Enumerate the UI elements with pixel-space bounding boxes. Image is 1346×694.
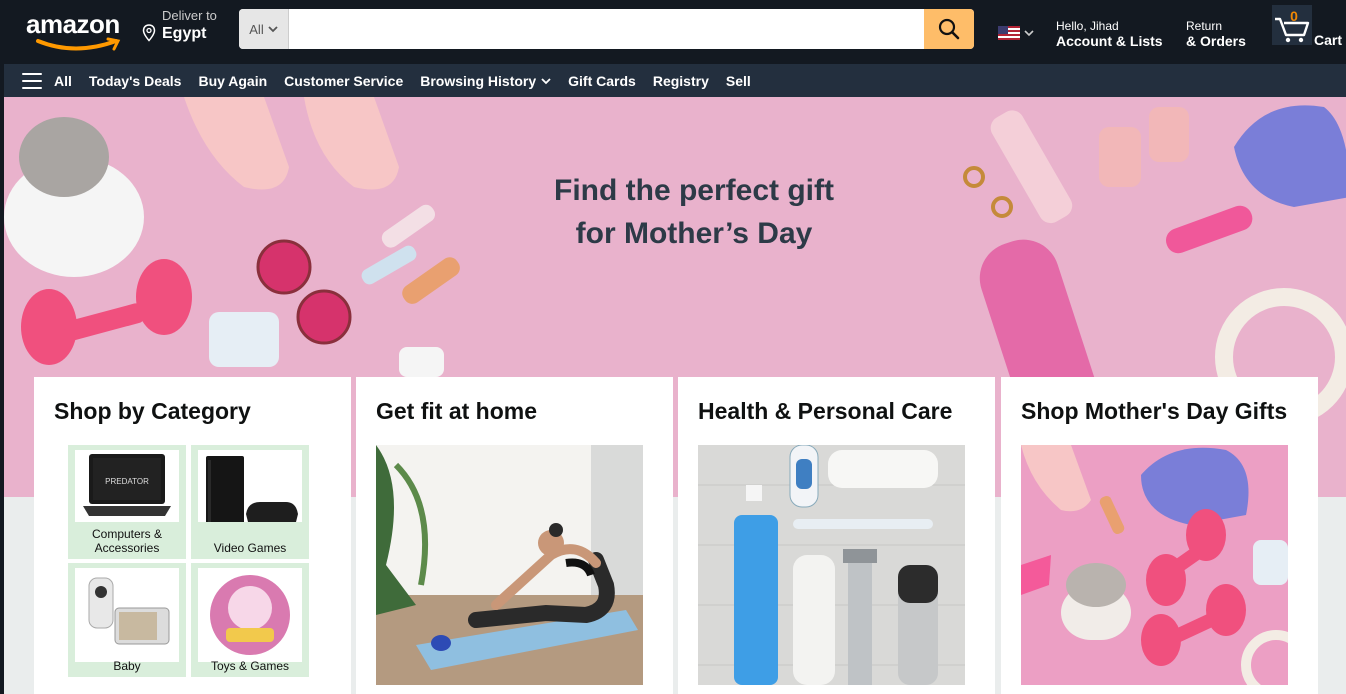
hero-title: Find the perfect gift for Mother’s Day bbox=[484, 169, 904, 255]
logo-text: amazon bbox=[26, 9, 120, 39]
laptop-brand-text: PREDATOR bbox=[105, 477, 149, 486]
amazon-logo[interactable]: amazon bbox=[26, 9, 132, 51]
returns-label: Return bbox=[1186, 19, 1223, 33]
deliver-label: Deliver to bbox=[162, 8, 217, 23]
top-header: amazon Deliver to Egypt All Hello, Jihad… bbox=[4, 0, 1346, 64]
orders-label: & Orders bbox=[1186, 33, 1246, 49]
deliver-to[interactable]: Deliver to Egypt bbox=[142, 8, 232, 48]
hero-title-line2: for Mother’s Day bbox=[575, 217, 813, 250]
nav-item-all[interactable]: All bbox=[54, 73, 72, 89]
location-pin-icon bbox=[142, 24, 156, 42]
mothers-day-gifts-image[interactable] bbox=[1021, 445, 1288, 685]
fitness-image[interactable] bbox=[376, 445, 643, 685]
language-selector[interactable] bbox=[998, 24, 1038, 42]
category-grid: PREDATOR Computers & Accessories Video G… bbox=[68, 445, 310, 681]
us-flag-icon bbox=[998, 26, 1020, 40]
nav-item-gift-cards[interactable]: Gift Cards bbox=[568, 73, 636, 89]
category-tile-computers[interactable]: PREDATOR Computers & Accessories bbox=[68, 445, 186, 559]
card-mothers-day-gifts: Shop Mother's Day Gifts bbox=[1001, 377, 1318, 694]
page: amazon Deliver to Egypt All Hello, Jihad… bbox=[0, 0, 1346, 694]
category-tile-label: Toys & Games bbox=[210, 659, 290, 673]
laptop-icon: PREDATOR bbox=[75, 450, 179, 522]
nav-item-customer-service[interactable]: Customer Service bbox=[284, 73, 403, 89]
category-tile-label: Computers & Accessories bbox=[91, 527, 163, 555]
search-category-label: All bbox=[249, 21, 264, 37]
account-greeting: Hello, Jihad bbox=[1056, 19, 1119, 33]
account-lists-label: Account & Lists bbox=[1056, 33, 1163, 49]
nav-bar: All Today's Deals Buy Again Customer Ser… bbox=[4, 64, 1346, 97]
search-button[interactable] bbox=[924, 9, 974, 49]
card-get-fit-at-home: Get fit at home bbox=[356, 377, 673, 694]
nav-item-todays-deals[interactable]: Today's Deals bbox=[89, 73, 182, 89]
hero-title-line1: Find the perfect gift bbox=[554, 174, 834, 207]
hamburger-menu-icon[interactable] bbox=[22, 72, 42, 89]
nav-item-browsing-history-label: Browsing History bbox=[420, 72, 537, 89]
card-shop-by-category: Shop by Category PREDATOR Computers & Ac… bbox=[34, 377, 351, 694]
health-products-image[interactable] bbox=[698, 445, 965, 685]
chevron-down-icon bbox=[268, 26, 278, 33]
search-category-select[interactable]: All bbox=[239, 9, 289, 49]
nav-item-browsing-history[interactable]: Browsing History bbox=[420, 73, 551, 89]
baby-monitor-icon bbox=[75, 568, 179, 662]
game-console-icon bbox=[198, 450, 302, 522]
card-title[interactable]: Get fit at home bbox=[376, 397, 653, 425]
deliver-country: Egypt bbox=[162, 25, 207, 42]
cart-count: 0 bbox=[1290, 8, 1298, 24]
logo-smile-icon bbox=[36, 37, 121, 51]
card-title[interactable]: Shop by Category bbox=[54, 397, 331, 425]
category-tile-label: Video Games bbox=[213, 541, 287, 555]
category-tile-baby[interactable]: Baby bbox=[68, 563, 186, 677]
search-bar: All bbox=[239, 9, 974, 49]
toy-ball-icon bbox=[198, 568, 302, 662]
search-icon bbox=[938, 18, 960, 40]
chevron-down-icon bbox=[1024, 30, 1034, 37]
search-input[interactable] bbox=[289, 9, 924, 49]
category-tile-video-games[interactable]: Video Games bbox=[191, 445, 309, 559]
chevron-down-icon bbox=[541, 77, 551, 84]
category-tile-toys-games[interactable]: Toys & Games bbox=[191, 563, 309, 677]
card-title[interactable]: Shop Mother's Day Gifts bbox=[1021, 397, 1298, 425]
nav-item-sell[interactable]: Sell bbox=[726, 73, 751, 89]
category-tile-label: Baby bbox=[113, 659, 141, 673]
cart-label: Cart bbox=[1314, 32, 1343, 48]
card-title[interactable]: Health & Personal Care bbox=[698, 397, 975, 425]
card-health-personal-care: Health & Personal Care bbox=[678, 377, 995, 694]
cart-button[interactable]: 0 Cart bbox=[1270, 5, 1346, 49]
nav-item-registry[interactable]: Registry bbox=[653, 73, 709, 89]
returns-orders[interactable]: Return & Orders bbox=[1186, 19, 1246, 49]
nav-item-buy-again[interactable]: Buy Again bbox=[198, 73, 267, 89]
account-lists[interactable]: Hello, Jihad Account & Lists bbox=[1056, 19, 1163, 49]
